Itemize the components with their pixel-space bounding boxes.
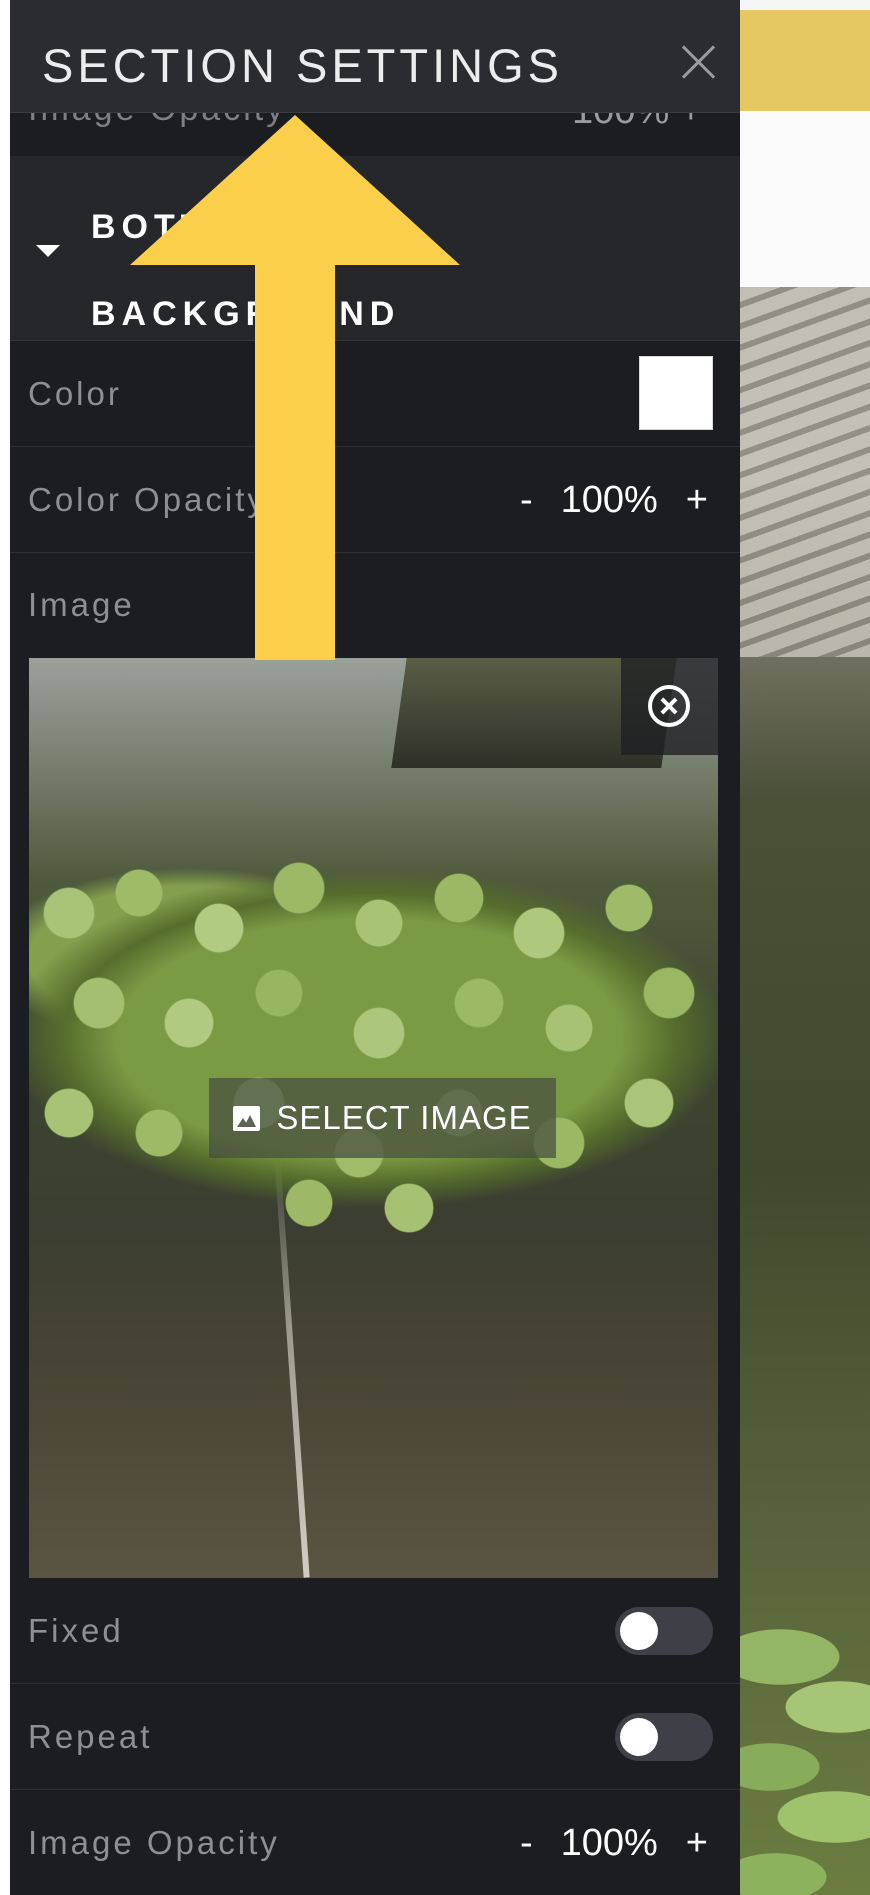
remove-circle-icon bbox=[648, 685, 690, 727]
preview-header-band bbox=[740, 10, 870, 111]
page-preview bbox=[740, 0, 870, 1895]
color-row: Color bbox=[10, 341, 740, 447]
image-opacity-value: 100% bbox=[560, 1822, 658, 1864]
image-opacity-row: Image Opacity - 100% + bbox=[10, 1790, 740, 1895]
color-label: Color bbox=[28, 375, 122, 412]
thumbnail-lily-pads bbox=[29, 853, 718, 1233]
fixed-label: Fixed bbox=[28, 1612, 124, 1649]
select-image-label: SELECT IMAGE bbox=[276, 1099, 532, 1136]
panel-title: SECTION SETTINGS bbox=[42, 39, 563, 92]
fixed-toggle-knob bbox=[620, 1612, 658, 1650]
image-opacity-increase-button[interactable]: + bbox=[686, 1790, 708, 1895]
panel-header: SECTION SETTINGS bbox=[10, 0, 740, 113]
color-opacity-label: Color Opacity bbox=[28, 481, 267, 518]
image-icon bbox=[233, 1105, 261, 1131]
close-icon[interactable] bbox=[676, 40, 720, 84]
image-label: Image bbox=[28, 586, 135, 623]
color-swatch[interactable] bbox=[639, 356, 713, 430]
color-opacity-value: 100% bbox=[560, 479, 658, 521]
color-opacity-decrease-button[interactable]: - bbox=[520, 447, 533, 553]
fixed-toggle[interactable] bbox=[615, 1607, 713, 1655]
image-opacity-stepper: - 100% + bbox=[520, 1790, 708, 1895]
preview-railing bbox=[740, 287, 870, 657]
repeat-row: Repeat bbox=[10, 1684, 740, 1790]
color-opacity-stepper: - 100% + bbox=[520, 447, 708, 553]
fixed-row: Fixed bbox=[10, 1578, 740, 1684]
background-image-thumbnail[interactable]: SELECT IMAGE bbox=[29, 658, 718, 1578]
app-screen: Image Opacity 100% + SECTION SETTINGS BO… bbox=[0, 0, 870, 1895]
image-opacity-decrease-button[interactable]: - bbox=[520, 1790, 533, 1895]
repeat-label: Repeat bbox=[28, 1718, 153, 1755]
caret-down-icon[interactable] bbox=[36, 245, 60, 257]
select-image-button[interactable]: SELECT IMAGE bbox=[209, 1078, 556, 1158]
image-opacity-label: Image Opacity bbox=[28, 1824, 280, 1861]
section-settings-panel: Image Opacity 100% + SECTION SETTINGS BO… bbox=[10, 0, 740, 1895]
repeat-toggle[interactable] bbox=[615, 1713, 713, 1761]
group-title: BOTTOM BAR BACKGROUND bbox=[91, 208, 401, 333]
preview-white-band bbox=[740, 111, 870, 287]
repeat-toggle-knob bbox=[620, 1718, 658, 1756]
color-opacity-increase-button[interactable]: + bbox=[686, 447, 708, 553]
remove-image-button[interactable] bbox=[621, 658, 718, 755]
color-opacity-row: Color Opacity - 100% + bbox=[10, 447, 740, 553]
image-row: Image bbox=[10, 556, 740, 656]
